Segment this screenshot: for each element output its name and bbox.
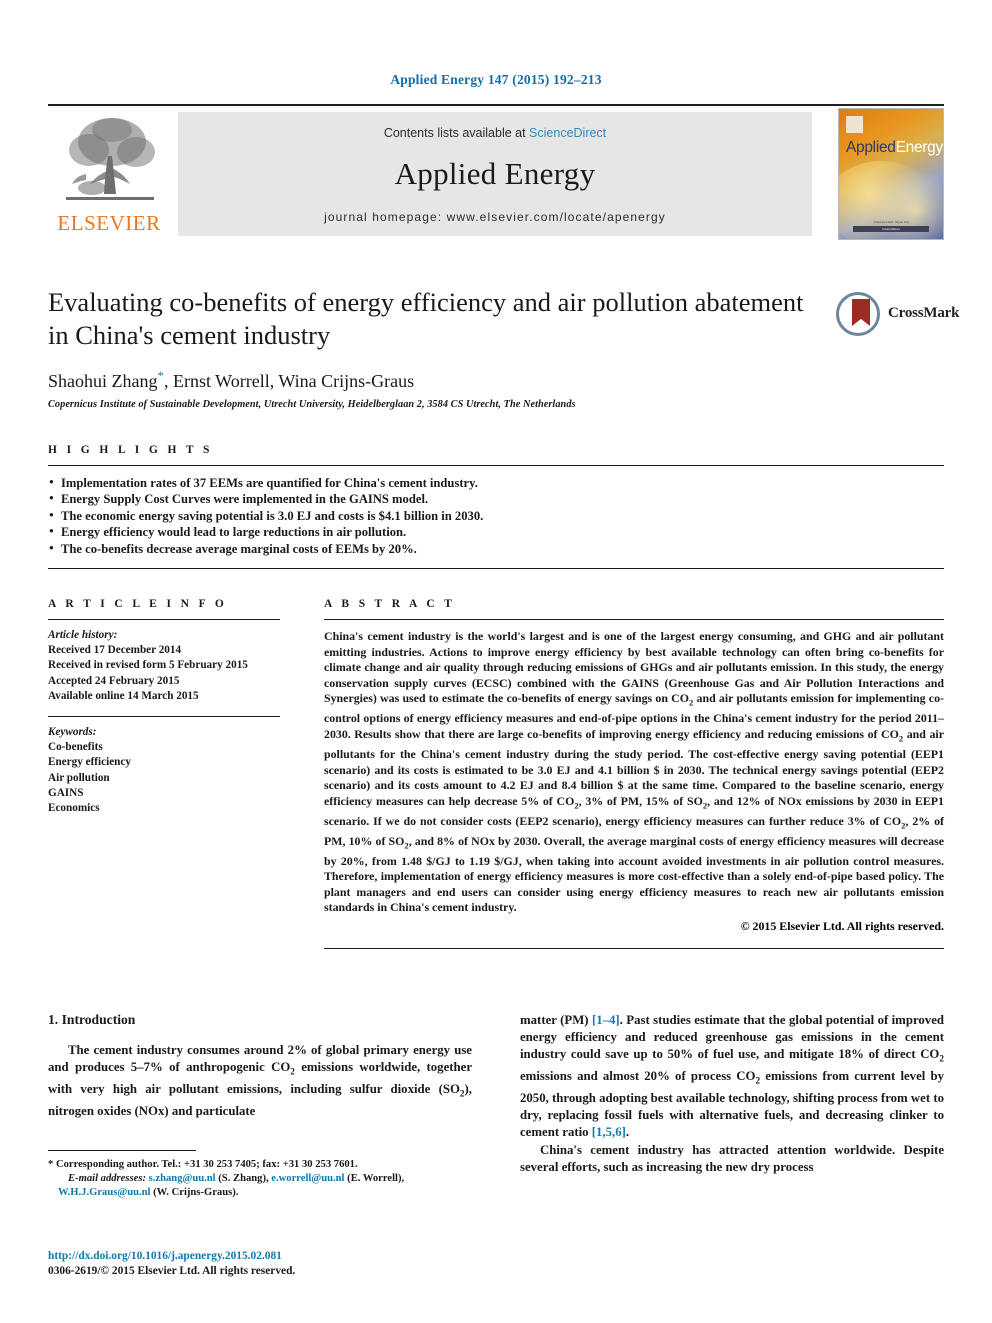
email-link-graus[interactable]: W.H.J.Graus@uu.nl xyxy=(58,1187,150,1198)
contents-line: Contents lists available at ScienceDirec… xyxy=(178,126,812,140)
email-link-zhang[interactable]: s.zhang@uu.nl xyxy=(149,1173,216,1184)
journal-masthead: ELSEVIER Contents lists available at Sci… xyxy=(48,104,944,240)
history-item: Received 17 December 2014 xyxy=(48,644,182,657)
list-item: Energy efficiency would lead to large re… xyxy=(48,523,944,540)
journal-title: Applied Energy xyxy=(394,156,596,191)
cover-name-applied: Applied xyxy=(846,139,896,156)
elsevier-wordmark: ELSEVIER xyxy=(57,211,161,235)
history-item: Received in revised form 5 February 2015 xyxy=(48,659,248,672)
author-rest: , Ernst Worrell, Wina Crijns-Graus xyxy=(164,371,415,391)
issn-copyright: 0306-2619/© 2015 Elsevier Ltd. All right… xyxy=(48,1265,296,1277)
affiliation: Copernicus Institute of Sustainable Deve… xyxy=(48,399,576,410)
citation-link-1[interactable]: [1–4] xyxy=(592,1013,620,1027)
sciencedirect-link[interactable]: ScienceDirect xyxy=(529,126,606,140)
abstract-rule-bottom xyxy=(324,947,944,949)
contents-prefix: Contents lists available at xyxy=(383,126,530,140)
running-head: Applied Energy 147 (2015) 192–213 xyxy=(390,72,602,87)
journal-homepage[interactable]: journal homepage: www.elsevier.com/locat… xyxy=(178,210,812,224)
list-item: Energy Supply Cost Curves were implement… xyxy=(48,490,944,507)
crossmark-ribbon-icon xyxy=(852,299,870,326)
email-link-worrell[interactable]: e.worrell@uu.nl xyxy=(271,1173,344,1184)
intro-right-text-a: matter (PM) xyxy=(520,1013,592,1027)
email-addresses: E-mail addresses: s.zhang@uu.nl (S. Zhan… xyxy=(48,1172,472,1200)
body-column-right: matter (PM) [1–4]. Past studies estimate… xyxy=(520,1012,944,1176)
page-title: Evaluating co-benefits of energy efficie… xyxy=(48,287,804,350)
list-item: Implementation rates of 37 EEMs are quan… xyxy=(48,474,944,491)
intro-right-text-b: . Past studies estimate that the global … xyxy=(520,1013,944,1140)
cover-journal-name: AppliedEnergy xyxy=(846,139,943,157)
intro-paragraph-left: The cement industry consumes around 2% o… xyxy=(48,1043,473,1118)
footnote-rule xyxy=(48,1150,196,1151)
email-label: E-mail addresses: xyxy=(68,1173,146,1184)
highlights-list: Implementation rates of 37 EEMs are quan… xyxy=(48,466,944,559)
citation-link-2[interactable]: [1,5,6] xyxy=(592,1125,626,1139)
list-item: The economic energy saving potential is … xyxy=(48,507,944,524)
journal-cover-thumbnail: AppliedEnergy Editor-in-Chief: Jinyue Ya… xyxy=(838,108,944,240)
title-block: Evaluating co-benefits of energy efficie… xyxy=(48,286,959,410)
highlights-rule-bottom xyxy=(48,568,944,570)
article-info-label: A R T I C L E I N F O xyxy=(48,598,228,610)
keyword-item: Economics xyxy=(48,802,100,815)
cover-footer-top: Editor-in-Chief: Jinyue Yan xyxy=(873,220,909,224)
article-history-label: Article history: xyxy=(48,629,118,641)
section-heading-introduction: 1. Introduction xyxy=(48,1012,136,1027)
keyword-item: Co-benefits xyxy=(48,741,103,754)
author-first: Shaohui Zhang xyxy=(48,371,158,391)
history-item: Available online 14 March 2015 xyxy=(48,689,199,702)
keyword-item: Energy efficiency xyxy=(48,756,131,769)
body-column-left: 1. Introduction The cement industry cons… xyxy=(48,1012,472,1120)
corresponding-author-note: * Corresponding author. Tel.: +31 30 253… xyxy=(48,1159,358,1170)
footnote-block: * Corresponding author. Tel.: +31 30 253… xyxy=(48,1150,472,1200)
keyword-item: GAINS xyxy=(48,786,84,799)
keyword-item: Air pollution xyxy=(48,771,110,784)
email-owner-zhang: (S. Zhang), xyxy=(218,1173,269,1184)
doi-block: http://dx.doi.org/10.1016/j.apenergy.201… xyxy=(48,1249,472,1279)
history-item: Accepted 24 February 2015 xyxy=(48,674,180,687)
keywords-label: Keywords: xyxy=(48,726,97,739)
cover-name-energy: Energy xyxy=(895,139,943,156)
crossmark-label: CrossMark xyxy=(888,305,960,321)
article-info-section: A R T I C L E I N F O Article history: R… xyxy=(48,598,280,816)
elsevier-tree-icon xyxy=(56,112,164,210)
author-list: Shaohui Zhang*, Ernst Worrell, Wina Crij… xyxy=(48,368,944,392)
article-history: Article history: Received 17 December 20… xyxy=(48,620,280,704)
abstract-section: A B S T R A C T China's cement industry … xyxy=(324,598,944,949)
list-item: The co-benefits decrease average margina… xyxy=(48,540,944,557)
intro-paragraph-right: matter (PM) [1–4]. Past studies estimate… xyxy=(520,1012,944,1142)
intro-right-text-c: . xyxy=(625,1125,630,1140)
elsevier-logo: ELSEVIER xyxy=(48,112,170,238)
abstract-copyright: © 2015 Elsevier Ltd. All rights reserved… xyxy=(740,918,944,933)
article-page: Applied Energy 147 (2015) 192–213 ELSEVI… xyxy=(0,0,992,1323)
crossmark-badge[interactable]: CrossMark xyxy=(836,292,959,338)
masthead-center: Contents lists available at ScienceDirec… xyxy=(178,112,812,236)
email-owner-worrell: (E. Worrell), xyxy=(347,1173,405,1184)
highlights-label: H I G H L I G H T S xyxy=(48,444,213,456)
keywords-list: Keywords: Co-benefits Energy efficiency … xyxy=(48,717,280,816)
cover-footer: Editor-in-Chief: Jinyue Yan ScienceDirec… xyxy=(853,220,929,232)
cover-footer-bar: ScienceDirect xyxy=(853,226,929,232)
abstract-label: A B S T R A C T xyxy=(324,598,456,610)
cover-elsevier-mark-icon xyxy=(846,116,863,133)
abstract-text: China's cement industry is the world's l… xyxy=(324,629,944,915)
crossmark-circle-icon xyxy=(836,292,880,336)
doi-link[interactable]: http://dx.doi.org/10.1016/j.apenergy.201… xyxy=(48,1249,472,1264)
email-owner-graus: (W. Crijns-Graus). xyxy=(153,1187,239,1198)
highlights-section: H I G H L I G H T S Implementation rates… xyxy=(48,444,944,570)
intro-paragraph-right-2: China's cement industry has attracted at… xyxy=(520,1142,944,1174)
